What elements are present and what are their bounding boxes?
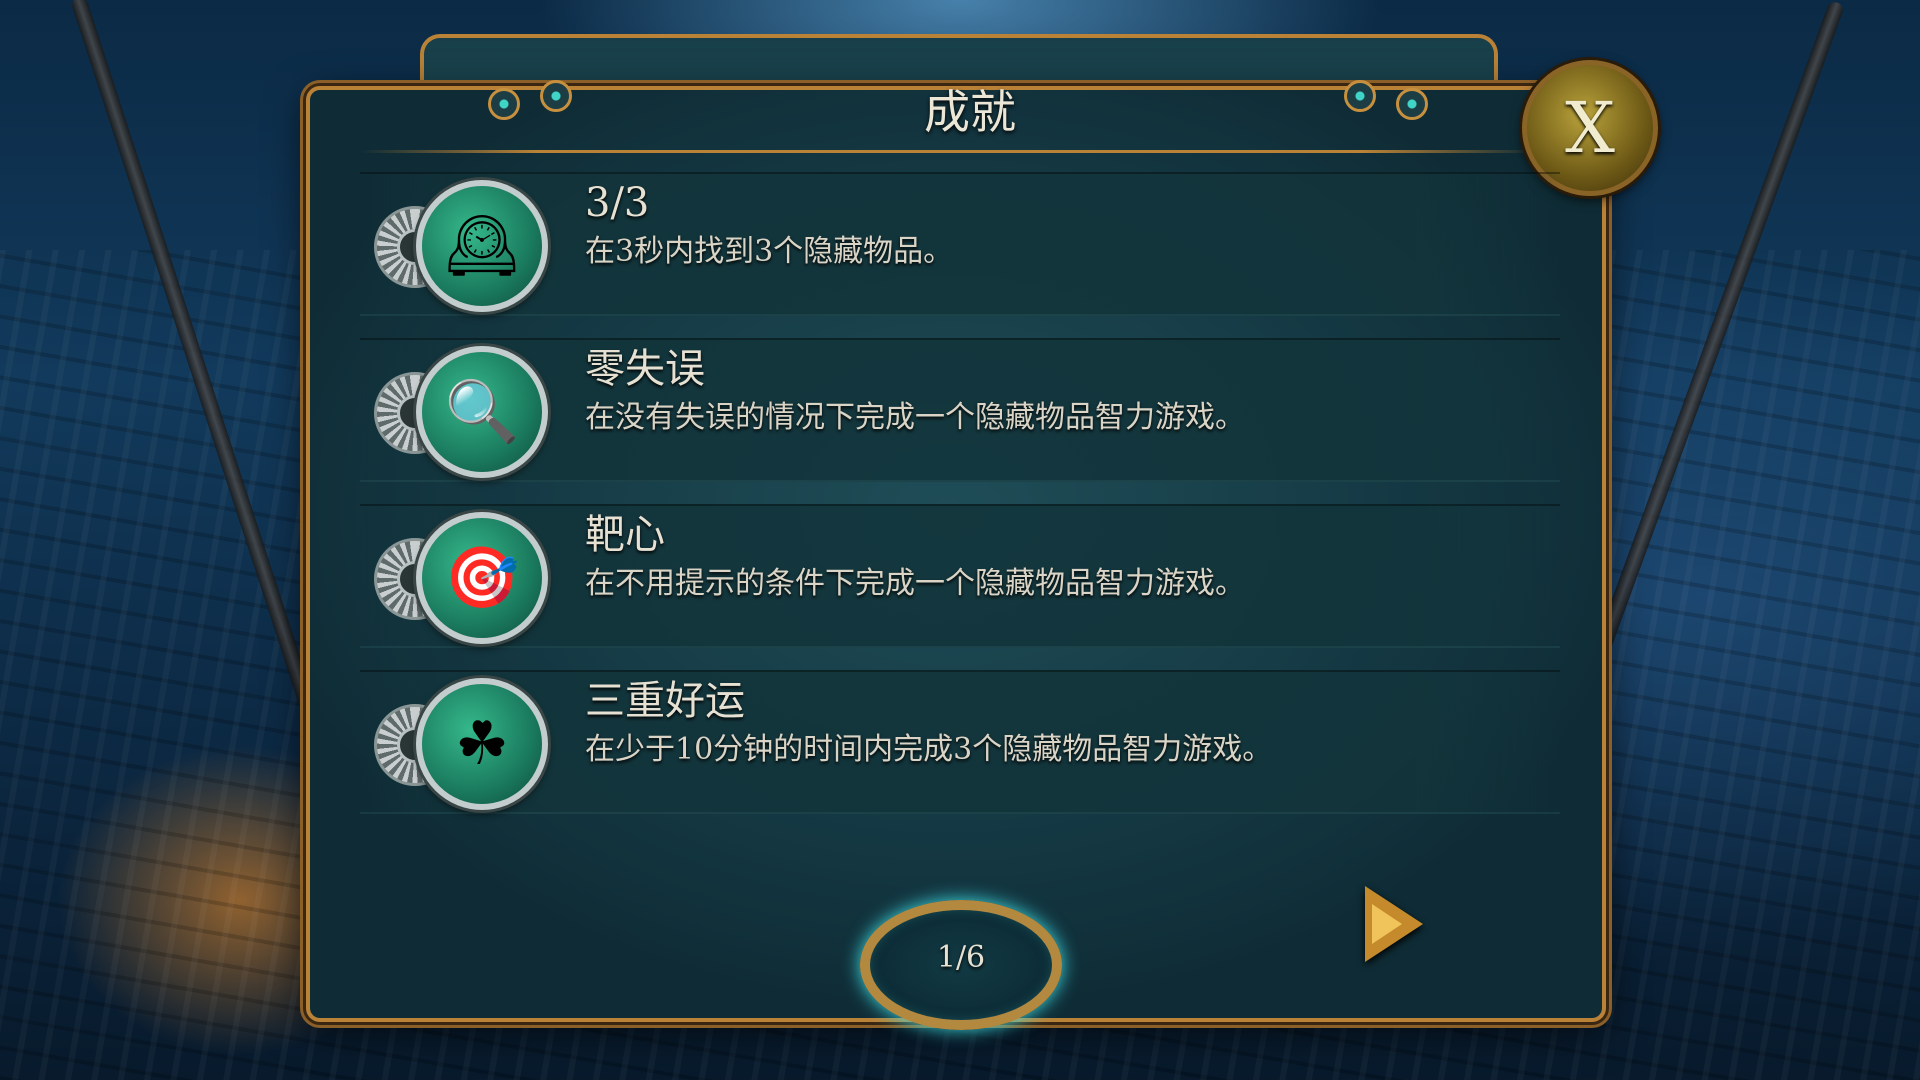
- achievement-description: 在不用提示的条件下完成一个隐藏物品智力游戏。: [585, 566, 1245, 601]
- achievement-name: 三重好运: [585, 678, 745, 724]
- achievement-row: 🕰 3/3 在3秒内找到3个隐藏物品。: [360, 172, 1560, 316]
- achievement-name: 3/3: [585, 180, 650, 226]
- ornament-icon: [1396, 88, 1428, 120]
- achievement-row: ☘ 三重好运 在少于10分钟的时间内完成3个隐藏物品智力游戏。: [360, 670, 1560, 814]
- achievement-description: 在少于10分钟的时间内完成3个隐藏物品智力游戏。: [585, 732, 1273, 767]
- achievement-row: 🔍 零失误 在没有失误的情况下完成一个隐藏物品智力游戏。: [360, 338, 1560, 482]
- ornament-icon: [540, 80, 572, 112]
- target-arrow-icon: 🎯: [416, 512, 548, 644]
- pocket-watch-icon: 🕰: [416, 180, 548, 312]
- arrow-right-icon: [1372, 904, 1402, 944]
- achievement-description: 在没有失误的情况下完成一个隐藏物品智力游戏。: [585, 400, 1245, 435]
- achievement-medal: 🕰: [374, 180, 548, 312]
- page-number: 1/6: [936, 940, 986, 975]
- achievement-description: 在3秒内找到3个隐藏物品。: [585, 234, 954, 269]
- magnifying-glass-icon: 🔍: [416, 346, 548, 478]
- dialog-title: 成就: [924, 85, 1016, 139]
- clover-icon: ☘: [416, 678, 548, 810]
- achievement-medal: 🎯: [374, 512, 548, 644]
- achievement-name: 零失误: [585, 346, 705, 392]
- ornament-icon: [488, 88, 520, 120]
- achievement-row: 🎯 靶心 在不用提示的条件下完成一个隐藏物品智力游戏。: [360, 504, 1560, 648]
- page-indicator: 1/6: [860, 900, 1062, 1030]
- achievement-medal: ☘: [374, 678, 548, 810]
- title-divider: [360, 150, 1540, 153]
- achievement-name: 靶心: [585, 512, 665, 558]
- achievement-medal: 🔍: [374, 346, 548, 478]
- ornament-icon: [1344, 80, 1376, 112]
